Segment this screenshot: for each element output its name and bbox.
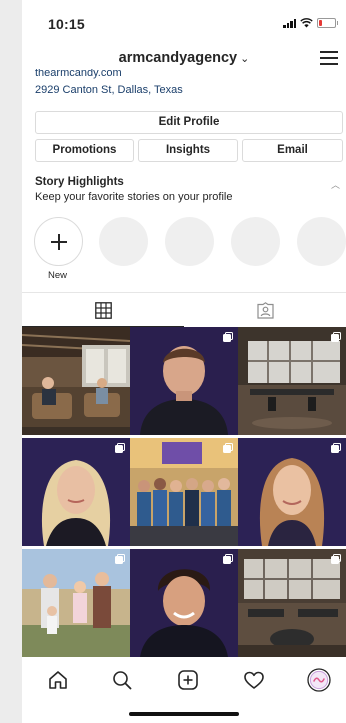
status-time: 10:15 [48,16,85,32]
grid-icon [95,302,112,319]
carousel-icon [331,443,341,453]
signal-icon [283,18,296,28]
new-highlight-label: New [48,270,68,281]
website-link[interactable]: thearmcandy.com [35,69,122,79]
email-button[interactable]: Email [242,139,343,162]
profile-avatar[interactable] [307,668,331,692]
battery-icon [317,18,338,28]
post-thumbnail[interactable] [238,327,346,435]
heart-icon[interactable] [242,668,266,692]
carousel-icon [331,332,341,342]
account-switcher[interactable]: armcandyagency ⌄ [22,50,346,66]
phone-screen: 10:15 armcandyagency ⌄ thearmcandy.com 29… [22,0,346,723]
chevron-down-icon: ⌄ [240,53,250,65]
highlights-title: Story Highlights [35,176,124,188]
add-post-icon[interactable] [176,668,200,692]
carousel-icon [223,443,233,453]
collapse-caret-icon[interactable]: ︿ [331,178,340,191]
address-link[interactable]: 2929 Canton St, Dallas, Texas [35,84,183,96]
highlights-subtitle: Keep your favorite stories on your profi… [35,191,233,203]
menu-icon[interactable] [320,51,338,65]
username: armcandyagency [118,50,238,66]
wifi-icon [300,18,313,28]
new-highlight-button[interactable] [34,217,83,266]
promotions-button[interactable]: Promotions [35,139,134,162]
tab-tagged[interactable] [184,293,346,327]
edit-profile-button[interactable]: Edit Profile [35,111,343,134]
carousel-icon [115,443,125,453]
highlight-placeholder [165,217,214,266]
carousel-icon [331,554,341,564]
post-thumbnail[interactable] [130,438,238,546]
highlight-placeholder [231,217,280,266]
posts-grid [22,327,346,657]
post-thumbnail[interactable] [238,438,346,546]
search-icon[interactable] [110,668,134,692]
carousel-icon [223,554,233,564]
highlight-placeholder [297,217,346,266]
tab-grid[interactable] [22,293,184,327]
post-thumbnail[interactable] [22,327,130,435]
insights-button[interactable]: Insights [138,139,238,162]
carousel-icon [115,554,125,564]
home-icon[interactable] [46,668,70,692]
highlight-placeholder [99,217,148,266]
post-thumbnail[interactable] [130,549,238,657]
post-thumbnail[interactable] [238,549,346,657]
status-icons [283,18,338,28]
post-thumbnail[interactable] [22,438,130,546]
post-thumbnail[interactable] [130,327,238,435]
tagged-icon [257,302,274,319]
home-indicator[interactable] [129,712,239,716]
carousel-icon [223,332,233,342]
bottom-nav [22,660,346,700]
post-thumbnail[interactable] [22,549,130,657]
profile-tabs [22,292,346,327]
status-bar: 10:15 [22,0,346,46]
